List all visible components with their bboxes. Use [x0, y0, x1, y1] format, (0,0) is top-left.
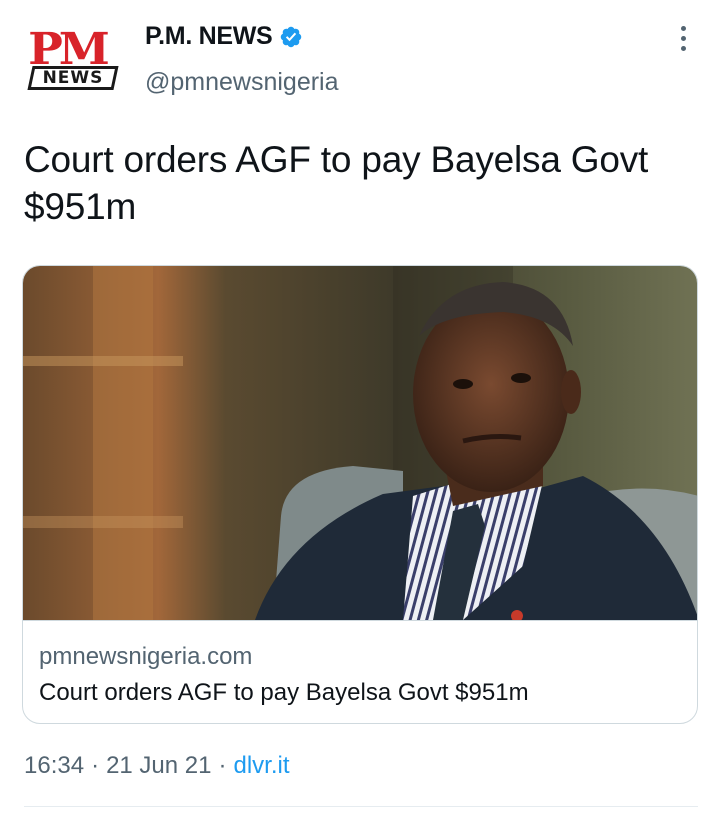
author-name-row[interactable]: P.M. NEWS — [145, 22, 303, 51]
tweet-footer: 16:34 · 21 Jun 21 · dlvr.it — [24, 752, 290, 780]
card-domain: pmnewsnigeria.com — [39, 643, 253, 670]
link-card[interactable]: pmnewsnigeria.com Court orders AGF to pa… — [22, 265, 698, 724]
tweet-date[interactable]: 21 Jun 21 — [106, 752, 211, 780]
footer-separator: · — [91, 752, 100, 779]
footer-separator: · — [218, 752, 227, 779]
display-name[interactable]: P.M. NEWS — [145, 22, 273, 51]
divider — [24, 806, 698, 807]
handle[interactable]: @pmnewsnigeria — [145, 68, 339, 97]
verified-badge-icon — [281, 26, 302, 47]
more-options-icon[interactable] — [676, 26, 690, 56]
tweet-time[interactable]: 16:34 — [24, 752, 84, 780]
avatar-logo-news: NEWS — [27, 66, 119, 90]
avatar[interactable]: PM NEWS — [26, 28, 124, 90]
card-meta[interactable]: pmnewsnigeria.com Court orders AGF to pa… — [23, 620, 697, 723]
tweet[interactable]: PM NEWS P.M. NEWS @pmnewsnigeria Court o… — [0, 0, 720, 829]
card-image[interactable] — [23, 266, 698, 620]
card-title: Court orders AGF to pay Bayelsa Govt $95… — [39, 679, 529, 706]
tweet-source-link[interactable]: dlvr.it — [233, 752, 289, 780]
tweet-text: Court orders AGF to pay Bayelsa Govt $95… — [24, 139, 649, 227]
